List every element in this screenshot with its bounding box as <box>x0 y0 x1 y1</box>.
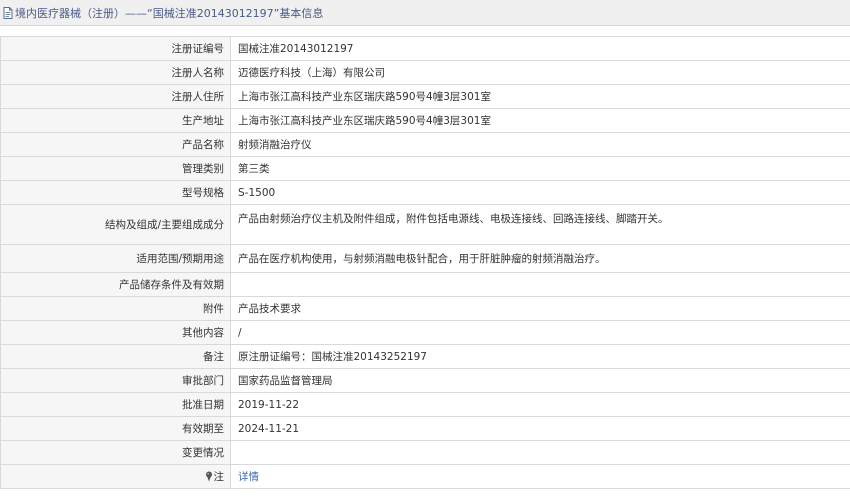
row-label: 适用范围/预期用途 <box>0 244 231 273</box>
row-value: 国械注准20143012197 <box>230 36 850 61</box>
page-title: 境内医疗器械（注册）——“国械注准20143012197”基本信息 <box>15 6 324 20</box>
row-product-name: 产品名称 射频消融治疗仪 <box>0 132 850 157</box>
row-value: 产品由射频治疗仪主机及附件组成，附件包括电源线、电极连接线、回路连接线、脚踏开关… <box>230 204 850 245</box>
row-label: 其他内容 <box>0 320 231 345</box>
row-registrant-address: 注册人住所 上海市张江高科技产业东区瑞庆路590号4幢3层301室 <box>0 84 850 109</box>
row-value: 上海市张江高科技产业东区瑞庆路590号4幢3层301室 <box>230 108 850 133</box>
row-valid-until: 有效期至 2024-11-21 <box>0 416 850 441</box>
note-label-text: 注 <box>213 470 225 483</box>
row-remarks: 备注 原注册证编号：国械注准20143252197 <box>0 344 850 369</box>
row-label: 注册人住所 <box>0 84 231 109</box>
row-approval-department: 审批部门 国家药品监督管理局 <box>0 368 850 393</box>
row-production-address: 生产地址 上海市张江高科技产业东区瑞庆路590号4幢3层301室 <box>0 108 850 133</box>
row-label: 注册证编号 <box>0 36 231 61</box>
row-value: 产品技术要求 <box>230 296 850 321</box>
row-registration-number: 注册证编号 国械注准20143012197 <box>0 36 850 61</box>
row-label: 有效期至 <box>0 416 231 441</box>
row-label: 备注 <box>0 344 231 369</box>
row-label: 变更情况 <box>0 440 231 465</box>
row-value: / <box>230 320 850 345</box>
row-value: 产品在医疗机构使用，与射频消融电极针配合，用于肝脏肿瘤的射频消融治疗。 <box>230 244 850 273</box>
row-label: 注册人名称 <box>0 60 231 85</box>
row-label: 附件 <box>0 296 231 321</box>
row-other-content: 其他内容 / <box>0 320 850 345</box>
row-label: 型号规格 <box>0 180 231 205</box>
row-label: 批准日期 <box>0 392 231 417</box>
pin-icon <box>205 471 212 481</box>
note-label-group: 注 <box>205 469 225 484</box>
row-note: 注 详情 <box>0 464 850 489</box>
details-link[interactable]: 详情 <box>238 471 259 483</box>
row-value: 上海市张江高科技产业东区瑞庆路590号4幢3层301室 <box>230 84 850 109</box>
row-value: 2019-11-22 <box>230 392 850 417</box>
row-value: 第三类 <box>230 156 850 181</box>
row-value: 2024-11-21 <box>230 416 850 441</box>
page-header: 境内医疗器械（注册）——“国械注准20143012197”基本信息 <box>0 0 850 26</box>
row-label: 产品储存条件及有效期 <box>0 272 231 297</box>
row-attachments: 附件 产品技术要求 <box>0 296 850 321</box>
row-value: 原注册证编号：国械注准20143252197 <box>230 344 850 369</box>
row-label: 管理类别 <box>0 156 231 181</box>
row-label: 产品名称 <box>0 132 231 157</box>
row-model-spec: 型号规格 S-1500 <box>0 180 850 205</box>
row-structure-composition: 结构及组成/主要组成成分 产品由射频治疗仪主机及附件组成，附件包括电源线、电极连… <box>0 204 850 245</box>
device-info-table: 注册证编号 国械注准20143012197 注册人名称 迈德医疗科技（上海）有限… <box>0 36 850 489</box>
document-icon <box>3 6 13 19</box>
row-management-category: 管理类别 第三类 <box>0 156 850 181</box>
row-value: 国家药品监督管理局 <box>230 368 850 393</box>
row-value <box>230 440 850 465</box>
row-approval-date: 批准日期 2019-11-22 <box>0 392 850 417</box>
row-label: 结构及组成/主要组成成分 <box>0 204 231 245</box>
row-label: 生产地址 <box>0 108 231 133</box>
row-change-history: 变更情况 <box>0 440 850 465</box>
row-value: 射频消融治疗仪 <box>230 132 850 157</box>
row-value: 迈德医疗科技（上海）有限公司 <box>230 60 850 85</box>
row-registrant-name: 注册人名称 迈德医疗科技（上海）有限公司 <box>0 60 850 85</box>
row-label: 审批部门 <box>0 368 231 393</box>
row-intended-use: 适用范围/预期用途 产品在医疗机构使用，与射频消融电极针配合，用于肝脏肿瘤的射频… <box>0 244 850 273</box>
row-value <box>230 272 850 297</box>
row-label: 注 <box>0 464 231 489</box>
row-value: 详情 <box>230 464 850 489</box>
row-storage-validity: 产品储存条件及有效期 <box>0 272 850 297</box>
row-value: S-1500 <box>230 180 850 205</box>
